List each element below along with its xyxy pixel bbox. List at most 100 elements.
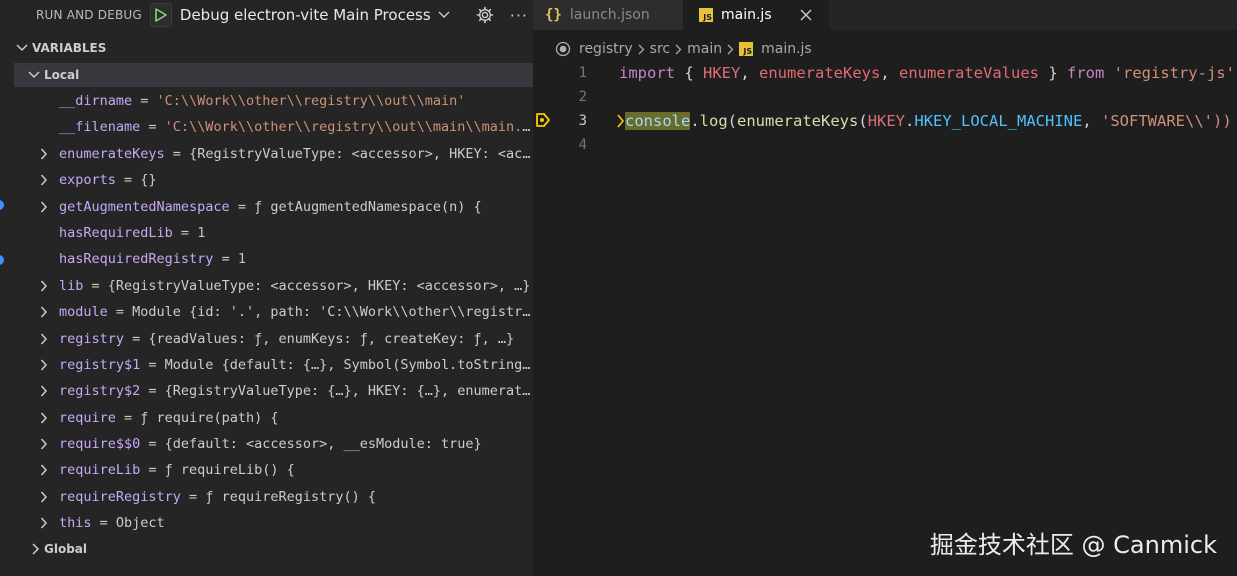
tab-main-js[interactable]: JS main.js	[683, 0, 829, 30]
equals-sign: =	[140, 383, 165, 400]
chevron-right-icon[interactable]	[38, 306, 50, 318]
variable-text: require$$0 = {default: <accessor>, __esM…	[59, 431, 531, 457]
editor-tabs: {} launch.json JS main.js	[533, 0, 1237, 30]
variable-row[interactable]: exports = {}	[0, 167, 533, 193]
chevron-right-icon	[32, 543, 40, 555]
variable-row[interactable]: hasRequiredLib = 1	[0, 220, 533, 246]
breadcrumb-item[interactable]: main	[687, 41, 722, 57]
chevron-right-icon[interactable]	[38, 438, 50, 450]
chevron-right-icon[interactable]	[38, 385, 50, 397]
js-file-icon: JS	[739, 42, 754, 56]
variable-row[interactable]: enumerateKeys = {RegistryValueType: <acc…	[0, 141, 533, 167]
chevron-right-icon[interactable]	[38, 201, 50, 213]
watermark-text: 掘金技术社区 @ Canmick	[929, 531, 1217, 559]
variable-row[interactable]: registry$2 = {RegistryValueType: {…}, HK…	[0, 378, 533, 404]
more-actions-icon[interactable]: ···	[508, 4, 530, 26]
equals-sign: =	[107, 304, 133, 321]
equals-sign: =	[140, 436, 165, 453]
chevron-right-icon	[638, 44, 645, 54]
variable-row[interactable]: require = ƒ require(path) {	[0, 405, 533, 431]
code-editor[interactable]: 1 import { HKEY, enumerateKeys, enumerat…	[533, 61, 1237, 157]
variable-name: lib	[59, 277, 84, 294]
tab-launch-json[interactable]: {} launch.json	[533, 0, 683, 30]
equals-sign: =	[140, 119, 165, 136]
run-and-debug-toolbar: RUN AND DEBUG Debug electron-vite Main P…	[0, 0, 533, 30]
variable-row[interactable]: module = Module {id: '.', path: 'C:\\Wor…	[0, 299, 533, 325]
chevron-right-icon[interactable]	[38, 517, 50, 529]
variable-value: 'C:\\Work\\other\\registry\\out\\main\\m…	[164, 119, 531, 136]
variable-value: 1	[237, 251, 246, 268]
variable-name: requireLib	[59, 462, 141, 479]
run-and-debug-title: RUN AND DEBUG	[36, 8, 142, 22]
variable-value: ƒ requireRegistry() {	[205, 488, 376, 505]
chevron-right-icon[interactable]	[38, 280, 50, 292]
code-line-text: import { HKEY, enumerateKeys, enumerateV…	[619, 64, 1235, 82]
variables-list: __dirname = 'C:\\Work\\other\\registry\\…	[0, 88, 533, 537]
variable-name: getAugmentedNamespace	[59, 198, 230, 215]
variable-text: module = Module {id: '.', path: 'C:\\Wor…	[59, 299, 531, 325]
variable-value: 1	[197, 224, 206, 241]
variable-row[interactable]: requireLib = ƒ requireLib() {	[0, 457, 533, 483]
variable-name: require$$0	[59, 436, 141, 453]
line-number: 1	[578, 65, 587, 81]
breadcrumb-item[interactable]: registry	[579, 41, 633, 57]
variable-row[interactable]: __filename = 'C:\\Work\\other\\registry\…	[0, 114, 533, 140]
variable-row[interactable]: lib = {RegistryValueType: <accessor>, HK…	[0, 273, 533, 299]
variable-text: requireLib = ƒ requireLib() {	[59, 457, 531, 483]
equals-sign: =	[180, 488, 206, 505]
scope-local[interactable]: Local	[14, 63, 533, 87]
chevron-down-icon[interactable]	[434, 5, 454, 25]
variable-value: Object	[115, 515, 165, 532]
variable-name: module	[59, 304, 108, 321]
variable-text: registry = {readValues: ƒ, enumKeys: ƒ, …	[59, 326, 531, 352]
equals-sign: =	[124, 330, 149, 347]
variables-title: VARIABLES	[32, 41, 107, 55]
equals-sign: =	[140, 462, 165, 479]
code-line: 1 import { HKEY, enumerateKeys, enumerat…	[533, 61, 1237, 85]
breadcrumb-item[interactable]: src	[650, 41, 670, 57]
chevron-right-icon[interactable]	[38, 333, 50, 345]
chevron-right-icon[interactable]	[38, 464, 50, 476]
tab-label: launch.json	[569, 7, 650, 23]
variable-value: {}	[140, 172, 157, 189]
variable-row[interactable]: this = Object	[0, 510, 533, 536]
variable-row[interactable]: hasRequiredRegistry = 1	[0, 246, 533, 272]
chevron-right-icon[interactable]	[38, 148, 50, 160]
chevron-right-icon[interactable]	[38, 491, 50, 503]
start-debugging-button[interactable]	[149, 3, 172, 27]
variable-name: __filename	[59, 119, 141, 136]
variable-row[interactable]: requireRegistry = ƒ requireRegistry() {	[0, 484, 533, 510]
variable-text: lib = {RegistryValueType: <accessor>, HK…	[59, 273, 531, 299]
variable-value: 'C:\\Work\\other\\registry\\out\\main'	[156, 93, 466, 109]
variables-section-header[interactable]: VARIABLES	[0, 36, 106, 60]
variable-value: {RegistryValueType: <accessor>, HKEY: <a…	[189, 145, 531, 162]
breadcrumb-item[interactable]: main.js	[761, 41, 812, 57]
launch-config-select[interactable]: Debug electron-vite Main Process (i	[180, 6, 432, 24]
variable-row[interactable]: registry$1 = Module {default: {…}, Symbo…	[0, 352, 533, 378]
line-number: 3	[578, 113, 587, 129]
variable-text: __dirname = 'C:\\Work\\other\\registry\\…	[59, 88, 531, 114]
variable-text: hasRequiredRegistry = 1	[59, 246, 531, 272]
variable-name: hasRequiredRegistry	[59, 251, 214, 268]
chevron-right-icon[interactable]	[38, 412, 50, 424]
variable-row[interactable]: __dirname = 'C:\\Work\\other\\registry\\…	[0, 88, 533, 114]
variable-value: {RegistryValueType: {…}, HKEY: {…}, enum…	[164, 383, 531, 400]
variable-name: exports	[59, 172, 116, 189]
variable-value: ƒ getAugmentedNamespace(n) {	[254, 198, 482, 215]
chevron-right-icon[interactable]	[38, 359, 50, 371]
scope-global[interactable]: Global	[0, 537, 87, 561]
equals-sign: =	[115, 172, 141, 189]
variable-text: requireRegistry = ƒ requireRegistry() {	[59, 484, 531, 510]
variable-row[interactable]: getAugmentedNamespace = ƒ getAugmentedNa…	[0, 194, 533, 220]
variable-row[interactable]: require$$0 = {default: <accessor>, __esM…	[0, 431, 533, 457]
variable-value: Module {default: {…}, Symbol(Symbol.toSt…	[164, 356, 531, 373]
editor-area: {} launch.json JS main.js registry src m…	[533, 0, 1237, 576]
variable-text: exports = {}	[59, 167, 531, 193]
variable-row[interactable]: registry = {readValues: ƒ, enumKeys: ƒ, …	[0, 326, 533, 352]
code-line-text: console.log(enumerateKeys(HKEY.HKEY_LOCA…	[617, 109, 1232, 133]
chevron-down-icon	[16, 44, 28, 52]
close-icon[interactable]	[798, 7, 814, 23]
chevron-right-icon[interactable]	[38, 174, 50, 186]
gear-icon[interactable]	[474, 4, 496, 26]
variable-name: __dirname	[59, 93, 133, 109]
